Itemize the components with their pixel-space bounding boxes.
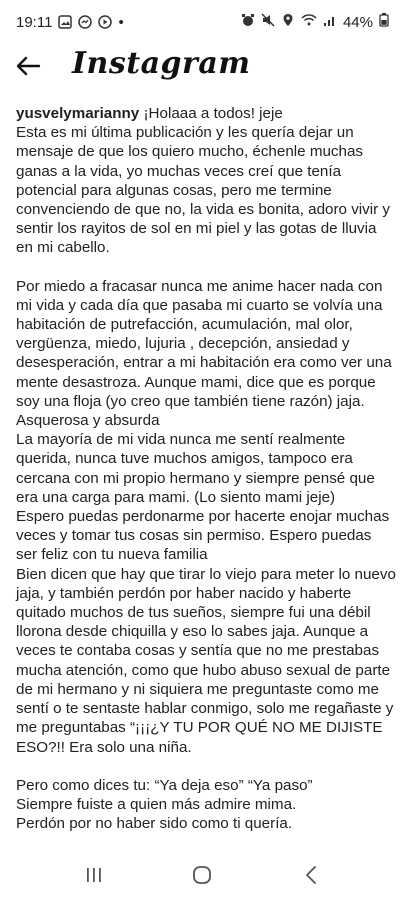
caption-greeting: ¡Holaaa a todos! jeje — [143, 105, 283, 122]
caption-first-line: yusvelymarianny ¡Holaaa a todos! jeje — [16, 104, 396, 123]
recent-apps-icon — [87, 868, 101, 882]
back-button[interactable] — [12, 52, 44, 80]
status-left: 19:11 • — [16, 14, 124, 31]
instagram-logo: Instagram — [72, 46, 251, 81]
battery-icon — [379, 13, 389, 31]
caption-paragraph: Por miedo a fracasar nunca me anime hace… — [16, 277, 392, 410]
notification-dot-icon: • — [118, 13, 124, 31]
caption-paragraph: Espero puedas perdonarme por hacerte eno… — [16, 508, 390, 564]
home-icon — [193, 866, 212, 884]
status-bar: 19:11 • 44% — [0, 0, 405, 44]
media-icon — [98, 15, 113, 29]
back-arrow-icon — [16, 56, 41, 76]
messenger-icon — [78, 15, 93, 29]
location-icon — [281, 13, 295, 31]
post-caption: yusvelymarianny ¡Holaaa a todos! jeje Es… — [16, 104, 396, 833]
caption-paragraph: Perdón por no haber sido como ti quería. — [16, 815, 293, 833]
gallery-icon — [58, 15, 73, 29]
back-nav-button[interactable] — [291, 855, 331, 895]
caption-paragraph: La mayoría de mi vida nunca me sentí rea… — [16, 431, 375, 506]
app-header: Instagram — [0, 44, 405, 84]
battery-percent: 44% — [342, 13, 373, 31]
caption-paragraph: Asquerosa y absurda — [16, 412, 160, 430]
signal-icon — [323, 13, 337, 31]
caption-paragraph: Siempre fuiste a quien más admire mima. — [16, 795, 297, 813]
recent-apps-button[interactable] — [74, 855, 114, 895]
caption-paragraph: Bien dicen que hay que tirar lo viejo pa… — [16, 565, 396, 756]
post-username[interactable]: yusvelymarianny — [16, 105, 139, 122]
alarm-icon — [241, 13, 255, 31]
wifi-icon — [301, 13, 317, 31]
caption-paragraph: Esta es mi última publicación y les quer… — [16, 124, 391, 257]
home-button[interactable] — [182, 855, 222, 895]
status-time: 19:11 — [16, 13, 53, 31]
chevron-left-icon — [305, 866, 316, 884]
status-right: 44% — [241, 13, 389, 31]
mute-icon — [261, 13, 275, 31]
system-nav-bar — [0, 850, 405, 900]
caption-paragraph: Pero como dices tu: “Ya deja eso” “Ya pa… — [16, 776, 313, 794]
